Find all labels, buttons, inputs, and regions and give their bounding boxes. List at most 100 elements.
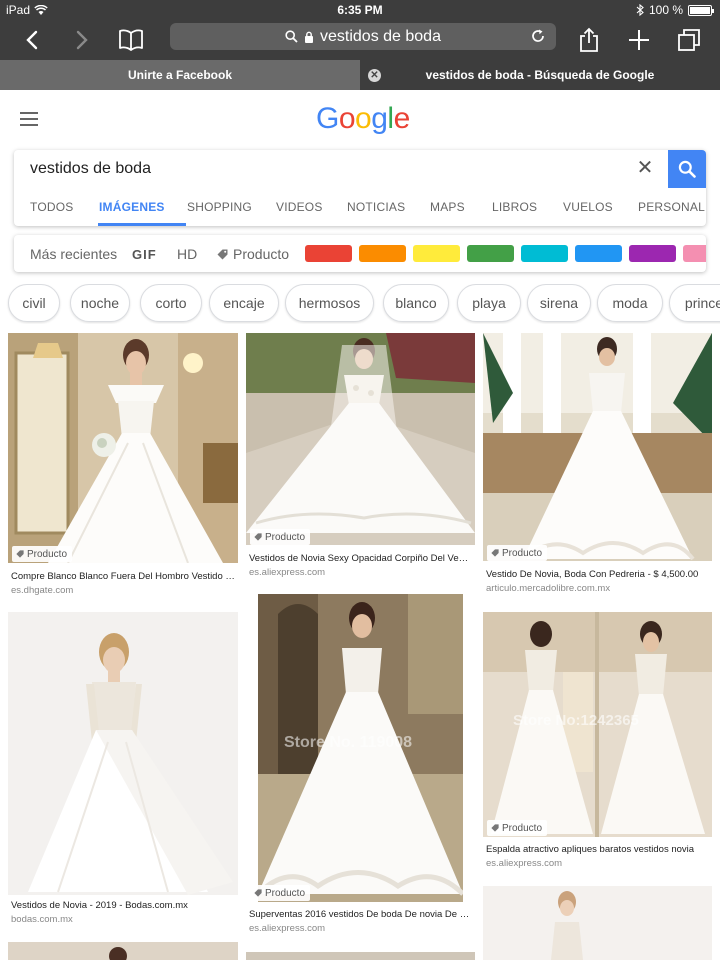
product-badge: Producto	[12, 546, 73, 562]
color-filter-swatch[interactable]	[467, 245, 514, 262]
result-thumbnail[interactable]	[8, 333, 238, 563]
result-thumbnail[interactable]: Store No. 119008	[258, 594, 463, 902]
product-badge: Producto	[250, 885, 311, 901]
chip-civil[interactable]: civil	[8, 284, 60, 322]
plus-icon	[629, 30, 649, 50]
image-result[interactable]	[246, 952, 475, 960]
image-result[interactable]	[8, 942, 238, 960]
tab-facebook[interactable]: Unirte a Facebook	[0, 60, 360, 90]
product-filter[interactable]: Producto	[217, 246, 289, 262]
hd-filter[interactable]: HD	[177, 246, 197, 262]
tab-noticias[interactable]: NOTICIAS	[347, 200, 405, 214]
close-tab-icon[interactable]: ✕	[368, 69, 381, 82]
color-filter-swatch[interactable]	[521, 245, 568, 262]
badge-label: Producto	[265, 887, 306, 899]
address-bar[interactable]: vestidos de boda	[170, 23, 556, 50]
chip-playa[interactable]: playa	[457, 284, 521, 322]
tab-maps[interactable]: MAPS	[430, 200, 465, 214]
color-filter-swatch[interactable]	[305, 245, 352, 262]
result-thumbnail[interactable]: Store No:1242365	[483, 612, 712, 837]
product-badge: Producto	[487, 820, 548, 836]
wedding-dress-image	[8, 612, 238, 895]
book-icon	[119, 29, 143, 51]
result-thumbnail[interactable]	[483, 333, 712, 561]
image-result[interactable]: Producto Compre Blanco Blanco Fuera Del …	[8, 333, 238, 598]
result-title[interactable]: Vestidos de Novia - 2019 - Bodas.com.mx	[11, 900, 235, 911]
result-title[interactable]: Compre Blanco Blanco Fuera Del Hombro Ve…	[11, 571, 235, 582]
back-button[interactable]	[16, 24, 48, 56]
search-button[interactable]	[668, 150, 706, 188]
tab-videos[interactable]: VIDEOS	[276, 200, 323, 214]
google-header: Google	[0, 90, 720, 148]
tab-imágenes[interactable]: IMÁGENES	[99, 200, 165, 214]
chip-blanco[interactable]: blanco	[383, 284, 449, 322]
result-thumbnail[interactable]	[246, 333, 475, 545]
color-filter-swatch[interactable]	[359, 245, 406, 262]
result-source: es.aliexpress.com	[249, 923, 326, 934]
color-filter-swatch[interactable]	[629, 245, 676, 262]
google-logo[interactable]: Google	[316, 102, 410, 136]
tab-libros[interactable]: LIBROS	[492, 200, 537, 214]
image-result[interactable]: Producto Vestidos de Novia Sexy Opacidad…	[246, 333, 475, 583]
logo-letter: o	[355, 102, 372, 135]
color-filter-swatch[interactable]	[683, 245, 706, 262]
tab-label: Unirte a Facebook	[127, 68, 233, 82]
chip-corto[interactable]: corto	[140, 284, 202, 322]
chip-hermosos[interactable]: hermosos	[285, 284, 374, 322]
product-badge: Producto	[250, 529, 311, 545]
color-filter-swatch[interactable]	[413, 245, 460, 262]
clear-search-icon[interactable]: ✕	[634, 156, 656, 180]
menu-icon[interactable]	[20, 112, 38, 126]
tabs-icon	[678, 29, 700, 51]
logo-letter: G	[316, 102, 339, 135]
tab-vuelos[interactable]: VUELOS	[563, 200, 613, 214]
chip-noche[interactable]: noche	[70, 284, 130, 322]
share-button[interactable]	[573, 24, 605, 56]
bookmarks-button[interactable]	[115, 24, 147, 56]
result-thumbnail[interactable]	[246, 952, 475, 960]
result-source: bodas.com.mx	[11, 914, 73, 925]
chip-moda[interactable]: moda	[597, 284, 663, 322]
color-filter-swatch[interactable]	[575, 245, 622, 262]
result-title[interactable]: Espalda atractivo apliques baratos vesti…	[486, 844, 709, 855]
result-source: es.aliexpress.com	[486, 858, 563, 869]
share-icon	[580, 27, 598, 52]
gif-filter[interactable]: GIF	[132, 247, 157, 262]
forward-button[interactable]	[66, 24, 98, 56]
related-chips: civil noche corto encaje hermosos blanco playa…	[0, 284, 720, 324]
image-result[interactable]: Store No. 119008 Producto Superventas 20…	[246, 594, 475, 939]
reload-icon[interactable]	[530, 28, 546, 44]
result-thumbnail[interactable]	[8, 612, 238, 895]
chevron-left-icon	[26, 30, 38, 50]
status-bar: iPad 6:35 PM 100 %	[0, 0, 720, 20]
tab-google-search[interactable]: ✕ vestidos de boda - Búsqueda de Google	[360, 60, 720, 90]
search-card: vestidos de boda ✕ TODOS IMÁGENES SHOPPING…	[14, 150, 706, 226]
chip-sirena[interactable]: sirena	[527, 284, 591, 322]
chip-prince[interactable]: prince	[669, 284, 720, 322]
recent-filter[interactable]: Más recientes	[30, 246, 117, 262]
search-icon	[678, 160, 696, 178]
image-result[interactable]	[483, 886, 712, 960]
tab-personal[interactable]: PERSONAL	[638, 200, 705, 214]
tag-icon	[217, 249, 228, 259]
search-input[interactable]: vestidos de boda	[30, 160, 151, 178]
image-result[interactable]: Producto Vestido De Novia, Boda Con Pedr…	[483, 333, 712, 595]
result-thumbnail[interactable]	[483, 886, 712, 960]
result-title[interactable]: Superventas 2016 vestidos De boda De nov…	[249, 909, 472, 920]
wedding-dress-image	[8, 942, 238, 960]
status-time: 6:35 PM	[337, 3, 383, 17]
watermark-text: Store No:1242365	[513, 712, 639, 729]
result-title[interactable]: Vestidos de Novia Sexy Opacidad Corpiño …	[249, 553, 472, 564]
image-result[interactable]: Store No:1242365 Producto Espalda atract…	[483, 612, 712, 872]
tab-todos[interactable]: TODOS	[30, 200, 73, 214]
result-title[interactable]: Vestido De Novia, Boda Con Pedreria - $ …	[486, 569, 709, 580]
chip-encaje[interactable]: encaje	[209, 284, 279, 322]
status-right: 100 %	[636, 3, 714, 17]
result-thumbnail[interactable]	[8, 942, 238, 960]
image-result[interactable]: Vestidos de Novia - 2019 - Bodas.com.mx …	[8, 612, 238, 930]
tab-shopping[interactable]: SHOPPING	[187, 200, 252, 214]
wedding-dress-image	[8, 333, 238, 563]
new-tab-button[interactable]	[623, 24, 655, 56]
browser-tabs: Unirte a Facebook ✕ vestidos de boda - B…	[0, 60, 720, 90]
tabs-overview-button[interactable]	[673, 24, 705, 56]
